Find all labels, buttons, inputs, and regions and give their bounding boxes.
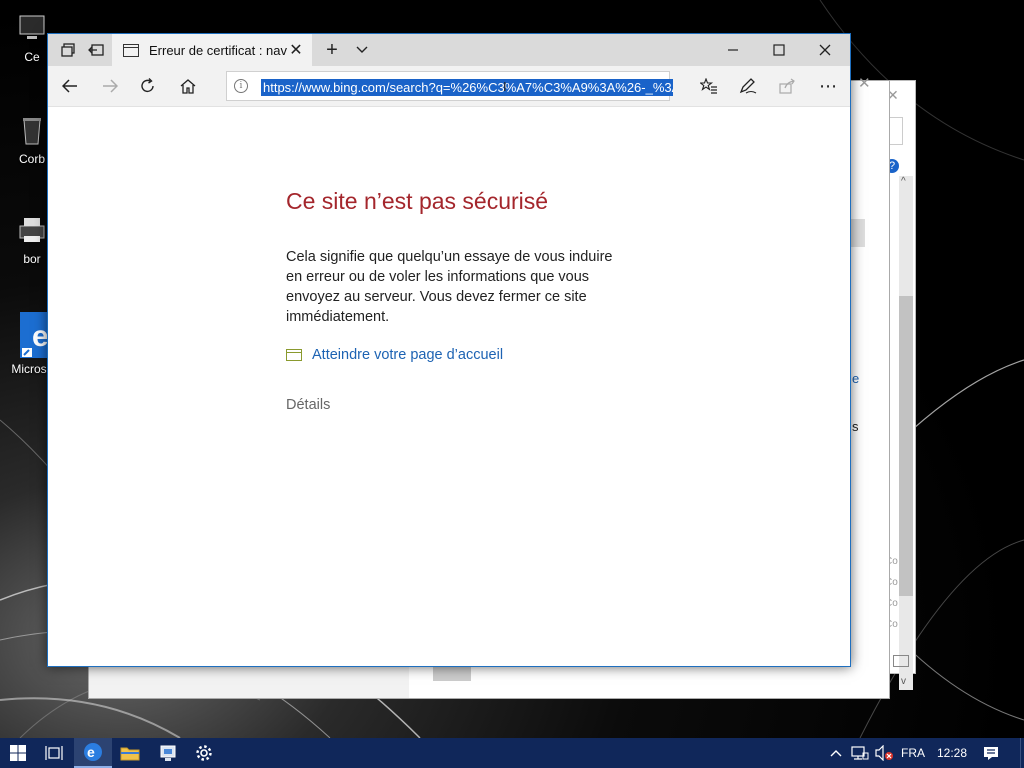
- window-icon: [893, 655, 909, 667]
- navigation-bar: i https://www.bing.com/search?q=%26%C3%A…: [48, 66, 850, 107]
- recycle-bin-icon: [16, 114, 48, 146]
- windows-logo-icon: [10, 745, 26, 761]
- tab-title: Erreur de certificat : nav: [149, 42, 287, 58]
- svg-text:e: e: [87, 744, 95, 760]
- link-fragment[interactable]: e: [852, 371, 859, 386]
- web-notes-button[interactable]: [728, 66, 768, 106]
- minimize-button[interactable]: [710, 34, 756, 66]
- more-button[interactable]: ⋯: [808, 66, 848, 106]
- browser-window[interactable]: Erreur de certificat : nav ✕ + i https:/…: [47, 33, 851, 667]
- network-settings-icon: [160, 745, 176, 761]
- page-icon: [123, 43, 139, 57]
- tabs-back-icon: [88, 44, 104, 56]
- share-button[interactable]: [768, 66, 808, 106]
- show-hidden-icons-button[interactable]: [826, 738, 846, 768]
- address-bar[interactable]: i https://www.bing.com/search?q=%26%C3%A…: [226, 71, 673, 101]
- printer-icon: [16, 214, 48, 246]
- taskbar-edge[interactable]: e: [74, 738, 112, 768]
- text-cursor-icon: I: [503, 79, 507, 94]
- favorites-button[interactable]: [689, 66, 729, 106]
- close-window-button[interactable]: [802, 34, 848, 66]
- details-toggle[interactable]: Détails: [286, 397, 330, 413]
- taskbar-settings[interactable]: [188, 738, 220, 768]
- scrollbar-thumb[interactable]: [899, 296, 913, 596]
- taskbar-app[interactable]: [150, 738, 186, 768]
- url-text[interactable]: https://www.bing.com/search?q=%26%C3%A7%…: [261, 79, 673, 96]
- input-language[interactable]: FRA: [898, 738, 928, 768]
- tab-close-icon[interactable]: ✕: [284, 34, 308, 66]
- pc-icon: [16, 12, 48, 44]
- network-icon: [851, 746, 869, 760]
- maximize-button[interactable]: [756, 34, 802, 66]
- back-button[interactable]: [50, 66, 90, 106]
- home-icon: [180, 79, 196, 94]
- favorites-icon: [700, 78, 717, 94]
- scrollbar[interactable]: ^ v: [899, 176, 913, 690]
- home-button[interactable]: [168, 66, 208, 106]
- clock[interactable]: 12:28: [932, 738, 972, 768]
- chevron-up-icon: [830, 750, 842, 757]
- forward-button[interactable]: [90, 66, 130, 106]
- page-title: Ce site n’est pas sécurisé: [286, 188, 549, 214]
- action-center-button[interactable]: [978, 738, 1004, 768]
- close-icon[interactable]: ✕: [858, 74, 871, 92]
- task-view-icon: [45, 746, 63, 760]
- edge-icon: e: [84, 743, 102, 761]
- tab-certificate-error[interactable]: Erreur de certificat : nav ✕: [112, 34, 312, 66]
- text-fragment: s: [852, 419, 859, 434]
- page-body-text: Cela signifie que quelqu’un essaye de vo…: [286, 249, 613, 325]
- set-tabs-aside-button[interactable]: [82, 34, 110, 66]
- volume-button[interactable]: [874, 738, 896, 768]
- task-view-button[interactable]: [38, 738, 70, 768]
- back-arrow-icon: [62, 79, 77, 93]
- folder-icon: [120, 747, 140, 761]
- gear-icon: [196, 745, 212, 761]
- plus-icon: +: [326, 38, 338, 61]
- tab-preview-button[interactable]: [54, 34, 82, 66]
- forward-arrow-icon: [103, 79, 118, 93]
- scroll-thumb: [851, 219, 865, 247]
- scroll-down-icon[interactable]: v: [901, 676, 906, 687]
- scroll-up-icon[interactable]: ^: [901, 176, 906, 187]
- info-icon[interactable]: i: [234, 79, 248, 93]
- page-content: Ce site n’est pas sécurisé Cela signifie…: [48, 107, 850, 666]
- taskbar-file-explorer[interactable]: [112, 738, 148, 768]
- more-icon: ⋯: [819, 75, 837, 96]
- home-page-link[interactable]: Atteindre votre page d’accueil: [286, 347, 503, 363]
- pen-icon: [739, 78, 757, 94]
- volume-muted-icon: [875, 745, 893, 761]
- refresh-button[interactable]: [128, 66, 168, 106]
- tabs-aside-icon: [61, 43, 75, 57]
- maximize-icon: [773, 44, 785, 56]
- chevron-down-icon: [356, 46, 368, 53]
- window-icon: [286, 349, 302, 361]
- start-button[interactable]: [0, 738, 36, 768]
- title-bar[interactable]: Erreur de certificat : nav ✕ +: [48, 34, 850, 66]
- home-page-link-text[interactable]: Atteindre votre page d’accueil: [312, 347, 503, 363]
- refresh-icon: [141, 78, 154, 93]
- network-button[interactable]: [848, 738, 872, 768]
- new-tab-button[interactable]: +: [318, 34, 346, 66]
- taskbar: e FRA 12:28: [0, 738, 1024, 768]
- show-desktop-button[interactable]: [1020, 738, 1024, 768]
- notification-icon: [984, 746, 998, 760]
- tab-list-button[interactable]: [348, 34, 376, 66]
- share-icon: [779, 78, 795, 94]
- minimize-icon: [728, 49, 738, 51]
- close-icon: [819, 44, 831, 56]
